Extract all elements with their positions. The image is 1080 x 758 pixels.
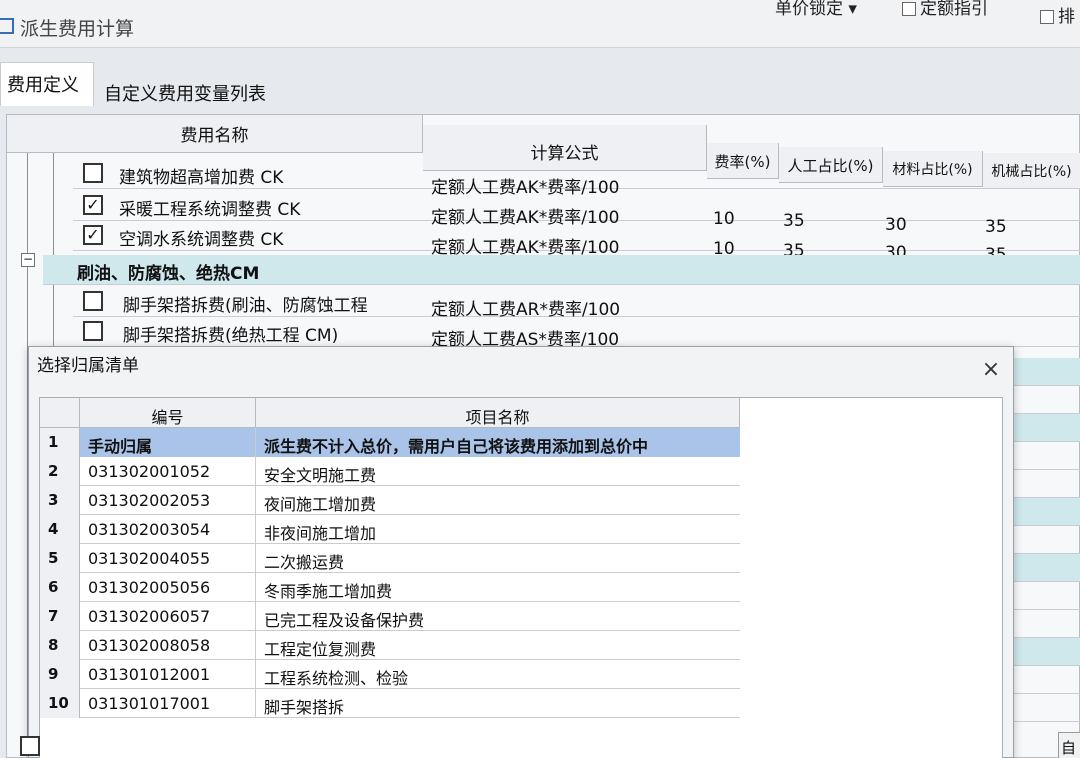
row-index: 1 xyxy=(40,428,80,457)
sort-button[interactable]: 排 xyxy=(1040,2,1075,27)
list-row[interactable]: 7 031302006057 已完工程及设备保护费 xyxy=(40,602,740,631)
row-code: 031302004055 xyxy=(80,544,256,573)
table-row[interactable]: ✓ 空调水系统调整费 CK 定额人工费AK*费率/100 10 35 30 35 xyxy=(73,221,1080,265)
row-code: 031301012001 xyxy=(80,660,256,689)
row-name: 安全文明施工费 xyxy=(264,466,377,485)
row-name: 非夜间施工增加 xyxy=(264,524,377,543)
fee-name: 建筑物超高增加费 CK xyxy=(119,168,284,188)
fee-name: 空调水系统调整费 CK xyxy=(119,230,284,250)
group-name: 刷油、防腐蚀、绝热CM xyxy=(77,264,260,284)
fee-name: 脚手架搭拆费(刷油、防腐蚀工程 xyxy=(123,296,368,316)
background-rows xyxy=(1014,350,1080,758)
row-checkbox[interactable]: ✓ xyxy=(83,225,103,245)
row-code: 031302005056 xyxy=(80,573,256,602)
row-code: 031302002053 xyxy=(80,486,256,515)
row-name: 夜间施工增加费 xyxy=(264,495,377,514)
header-code[interactable]: 编号 xyxy=(80,398,256,428)
row-index: 9 xyxy=(40,660,80,689)
tab-fee-definition[interactable]: 费用定义 xyxy=(0,62,94,106)
row-code: 031302006057 xyxy=(80,602,256,631)
background-row xyxy=(1014,610,1080,638)
quota-guide-button[interactable]: 定额指引 xyxy=(902,0,988,19)
header-fee-name[interactable]: 费用名称 xyxy=(7,115,423,153)
row-index: 5 xyxy=(40,544,80,573)
row-index: 10 xyxy=(40,689,80,718)
list-row-selected[interactable]: 1 手动归属 派生费不计入总价，需用户自己将该费用添加到总价中 xyxy=(40,428,740,457)
guide-icon xyxy=(902,2,916,16)
attribution-list: 编号 项目名称 1 手动归属 派生费不计入总价，需用户自己将该费用添加到总价中 … xyxy=(39,397,1003,758)
row-name: 工程系统检测、检验 xyxy=(264,669,409,688)
background-row xyxy=(1014,470,1080,498)
list-row[interactable]: 6 031302005056 冬雨季施工增加费 xyxy=(40,573,740,602)
row-index: 4 xyxy=(40,515,80,544)
select-attribution-dialog: 选择归属清单 × 编号 项目名称 1 手动归属 派生费不计入总价，需用户自己将该… xyxy=(28,346,1014,758)
background-row xyxy=(1014,694,1080,722)
row-checkbox[interactable] xyxy=(83,163,103,183)
row-name: 冬雨季施工增加费 xyxy=(264,582,393,601)
list-row[interactable]: 2 031302001052 安全文明施工费 xyxy=(40,457,740,486)
background-row xyxy=(1014,638,1080,666)
window-title: 派生费用计算 xyxy=(20,18,135,40)
background-row xyxy=(1014,498,1080,526)
title-bar: 派生费用计算 单价锁定 ▾ 定额指引 排 xyxy=(0,0,1080,48)
row-index: 6 xyxy=(40,573,80,602)
quota-guide-label: 定额指引 xyxy=(920,0,988,19)
row-name: 派生费不计入总价，需用户自己将该费用添加到总价中 xyxy=(256,428,740,457)
background-row xyxy=(1014,386,1080,414)
row-name: 二次搬运费 xyxy=(264,553,345,572)
table-row[interactable]: 脚手架搭拆费(绝热工程 CM) 定额人工费AS*费率/100 xyxy=(73,317,1080,350)
table-row[interactable]: ✓ 采暖工程系统调整费 CK 定额人工费AK*费率/100 10 35 30 3… xyxy=(73,191,1080,237)
background-row xyxy=(1014,358,1080,386)
background-row xyxy=(1014,582,1080,610)
list-row[interactable]: 3 031302002053 夜间施工增加费 xyxy=(40,486,740,515)
row-name: 工程定位复测费 xyxy=(264,640,377,659)
table-row[interactable]: 建筑物超高增加费 CK 定额人工费AK*费率/100 xyxy=(73,159,1080,198)
list-row[interactable]: 9 031301012001 工程系统检测、检验 xyxy=(40,660,740,689)
group-row[interactable]: 刷油、防腐蚀、绝热CM xyxy=(43,255,1080,285)
list-row[interactable]: 5 031302004055 二次搬运费 xyxy=(40,544,740,573)
header-project-name[interactable]: 项目名称 xyxy=(256,398,740,428)
row-name: 脚手架搭拆 xyxy=(264,698,345,717)
row-code: 031302001052 xyxy=(80,457,256,486)
header-index xyxy=(40,398,80,428)
row-code: 031302008058 xyxy=(80,631,256,660)
background-row xyxy=(1014,666,1080,694)
dialog-title: 选择归属清单 xyxy=(37,356,139,376)
row-index: 2 xyxy=(40,457,80,486)
row-index: 3 xyxy=(40,486,80,515)
fee-name: 采暖工程系统调整费 CK xyxy=(119,200,301,220)
window-icon xyxy=(0,18,14,34)
background-row xyxy=(1014,526,1080,554)
sort-icon xyxy=(1040,10,1054,24)
row-name: 已完工程及设备保护费 xyxy=(264,611,425,630)
row-checkbox[interactable] xyxy=(83,291,103,311)
row-code: 031301017001 xyxy=(80,689,256,718)
table-row[interactable]: 脚手架搭拆费(刷油、防腐蚀工程 定额人工费AR*费率/100 xyxy=(73,287,1080,320)
row-checkbox[interactable]: ✓ xyxy=(83,195,103,215)
row-index: 7 xyxy=(40,602,80,631)
custom-button[interactable]: 自 xyxy=(1058,732,1080,758)
list-row[interactable]: 10 031301017001 脚手架搭拆 xyxy=(40,689,740,718)
collapse-toggle[interactable]: − xyxy=(21,253,35,267)
row-code: 手动归属 xyxy=(80,428,256,457)
row-index: 8 xyxy=(40,631,80,660)
lock-price-button[interactable]: 单价锁定 ▾ xyxy=(775,0,857,19)
lock-price-label: 单价锁定 xyxy=(775,0,843,19)
fee-name: 脚手架搭拆费(绝热工程 CM) xyxy=(123,326,339,346)
background-row xyxy=(1014,442,1080,470)
close-icon[interactable]: × xyxy=(981,359,1001,381)
background-row xyxy=(1014,554,1080,582)
bottom-checkbox[interactable] xyxy=(20,736,40,756)
row-checkbox[interactable] xyxy=(83,321,103,341)
row-code: 031302003054 xyxy=(80,515,256,544)
tab-custom-variables[interactable]: 自定义费用变量列表 xyxy=(98,72,288,116)
sort-label: 排 xyxy=(1058,7,1075,27)
list-row[interactable]: 8 031302008058 工程定位复测费 xyxy=(40,631,740,660)
background-row xyxy=(1014,414,1080,442)
list-row[interactable]: 4 031302003054 非夜间施工增加 xyxy=(40,515,740,544)
